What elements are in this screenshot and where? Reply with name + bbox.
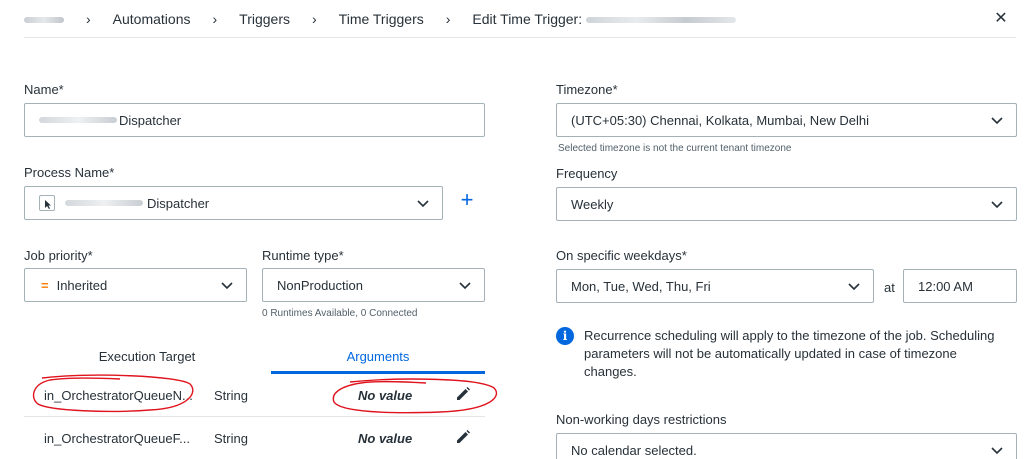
time-input[interactable]: 12:00 AM [903,269,1017,303]
name-input[interactable]: Dispatcher [24,103,485,137]
process-name-label: Process Name* [24,165,115,180]
chevron-right-icon: › [212,10,218,27]
info-text: Recurrence scheduling will apply to the … [584,328,995,379]
pencil-icon[interactable] [454,428,472,446]
process-icon [39,195,55,211]
argument-type: String [214,388,248,403]
timezone-helper-text: Selected timezone is not the current ten… [558,143,792,154]
equals-priority-icon: = [41,277,49,293]
chevron-right-icon: › [86,10,91,27]
runtime-type-label: Runtime type* [262,248,344,263]
calendar-value: No calendar selected. [571,442,697,458]
chevron-down-icon [458,278,472,292]
job-priority-label: Job priority* [24,248,93,263]
tab-arguments[interactable]: Arguments [271,350,485,374]
job-priority-value: Inherited [56,277,108,293]
runtime-helper-text: 0 Runtimes Available, 0 Connected [262,308,418,319]
argument-name: in_OrchestratorQueueF... [44,431,190,446]
timezone-label: Timezone* [556,82,618,97]
info-icon: i [556,327,574,345]
argument-name: in_OrchestratorQueueN... [44,388,193,403]
add-process-button[interactable]: + [457,189,477,211]
chevron-right-icon: › [445,10,451,27]
breadcrumb-root[interactable] [24,11,64,27]
tab-execution-target[interactable]: Execution Target [24,350,270,374]
chevron-down-icon [990,443,1004,457]
chevron-right-icon: › [312,10,317,27]
breadcrumb-time-triggers[interactable]: Time Triggers [339,11,424,27]
timezone-select[interactable]: (UTC+05:30) Chennai, Kolkata, Mumbai, Ne… [556,103,1017,137]
at-label: at [884,280,895,295]
job-priority-select[interactable]: = Inherited [24,268,247,302]
calendar-select[interactable]: No calendar selected. [556,433,1017,459]
breadcrumb-current: Edit Time Trigger: [472,10,737,27]
frequency-value: Weekly [571,196,614,212]
breadcrumb-triggers[interactable]: Triggers [239,11,290,27]
pencil-icon[interactable] [454,385,472,403]
chevron-down-icon [220,278,234,292]
name-label: Name* [24,82,64,97]
chevron-down-icon [990,197,1004,211]
breadcrumb-current-label: Edit Time Trigger: [472,10,583,27]
breadcrumb-automations[interactable]: Automations [113,11,191,27]
non-working-days-label: Non-working days restrictions [556,412,727,427]
time-value: 12:00 AM [918,278,973,294]
argument-value: No value [358,388,413,403]
frequency-select[interactable]: Weekly [556,187,1017,221]
frequency-label: Frequency [556,166,618,181]
chevron-down-icon [847,279,861,293]
argument-value: No value [358,431,413,446]
close-icon[interactable]: ✕ [991,9,1011,29]
name-input-value: Dispatcher [119,112,182,128]
chevron-down-icon [416,196,430,210]
breadcrumb: › Automations › Triggers › Time Triggers… [24,0,1016,38]
weekdays-select[interactable]: Mon, Tue, Wed, Thu, Fri [556,269,874,303]
process-name-select[interactable]: Dispatcher [24,186,443,220]
argument-type: String [214,431,248,446]
weekdays-label: On specific weekdays* [556,248,687,263]
chevron-down-icon [990,113,1004,127]
runtime-type-select[interactable]: NonProduction [262,268,485,302]
table-row: in_OrchestratorQueueN... String No value [24,375,485,417]
table-row: in_OrchestratorQueueF... String No value [24,418,485,459]
timezone-value: (UTC+05:30) Chennai, Kolkata, Mumbai, Ne… [571,112,870,128]
process-name-value: Dispatcher [147,195,210,211]
runtime-type-value: NonProduction [277,277,363,293]
weekdays-value: Mon, Tue, Wed, Thu, Fri [571,278,711,294]
